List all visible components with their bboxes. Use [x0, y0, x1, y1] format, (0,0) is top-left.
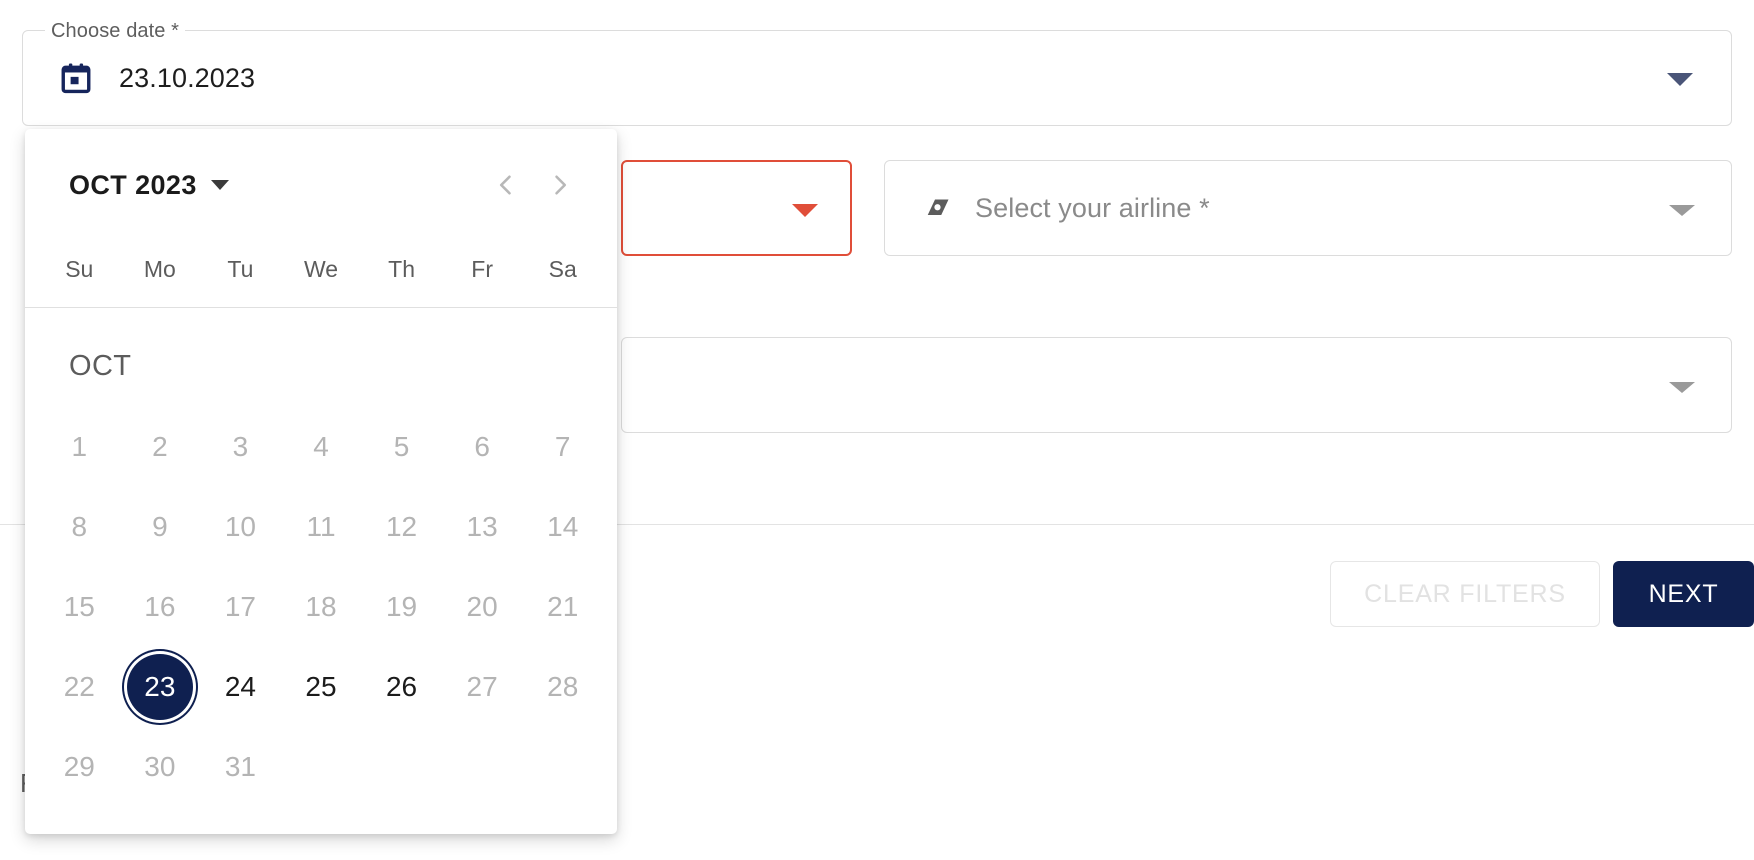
day-number: 4 — [313, 431, 329, 462]
day-number: 18 — [305, 591, 337, 622]
next-month-button[interactable] — [533, 158, 587, 212]
clear-filters-button[interactable]: CLEAR FILTERS — [1330, 561, 1600, 627]
day-cell-8: 8 — [39, 487, 120, 567]
day-number: 19 — [385, 591, 418, 622]
day-cell-12: 12 — [361, 487, 442, 567]
day-number: 31 — [224, 751, 256, 782]
day-cell-25[interactable]: 25 — [281, 647, 362, 727]
choose-date-label: Choose date * — [45, 20, 186, 43]
datepicker-popup: OCT 2023 Su Mo Tu We Th Fr Sa OCT 1 2 3 4 5 6 7 8 9 10 1… — [25, 129, 617, 834]
datepicker-header: OCT 2023 — [25, 129, 617, 241]
day-cell-5: 5 — [361, 407, 442, 487]
day-cell-4: 4 — [281, 407, 362, 487]
month-year-label: OCT 2023 — [69, 169, 197, 200]
day-cell-31: 31 — [200, 727, 281, 807]
day-number: 1 — [71, 431, 88, 462]
weekday-fr: Fr — [471, 255, 493, 282]
day-number: 6 — [474, 431, 490, 462]
days-grid: 1 2 3 4 5 6 7 8 9 10 11 12 13 14 15 16 17 18 19 20 21 22 23 24 2… — [25, 383, 617, 807]
choose-date-field[interactable]: Choose date * 23.10.2023 — [22, 20, 1732, 126]
day-cell-18: 18 — [281, 567, 362, 647]
day-number: 27 — [466, 671, 498, 702]
day-number: 12 — [385, 511, 418, 542]
day-number: 3 — [232, 431, 249, 462]
day-cell-7: 7 — [522, 407, 603, 487]
day-number: 30 — [144, 751, 176, 782]
next-button[interactable]: NEXT — [1613, 561, 1754, 627]
day-number: 7 — [554, 431, 571, 462]
day-cell-21: 21 — [522, 567, 603, 647]
flight-field[interactable] — [621, 337, 1732, 433]
day-cell-9: 9 — [120, 487, 201, 567]
chevron-down-icon — [210, 180, 229, 190]
day-number: 23 — [144, 671, 176, 702]
day-cell-2: 2 — [120, 407, 201, 487]
day-number: 16 — [144, 591, 176, 622]
day-cell-11: 11 — [281, 487, 362, 567]
day-number: 22 — [63, 671, 95, 702]
day-number: 2 — [152, 431, 168, 462]
day-number: 11 — [306, 511, 336, 542]
day-number: 14 — [547, 511, 579, 542]
day-cell-1: 1 — [39, 407, 120, 487]
day-cell-10: 10 — [200, 487, 281, 567]
route-field[interactable] — [621, 160, 852, 256]
day-cell-28: 28 — [522, 647, 603, 727]
day-cell-29: 29 — [39, 727, 120, 807]
day-cell-empty — [522, 727, 603, 807]
month-year-selector-button[interactable]: OCT 2023 — [69, 170, 229, 201]
day-cell-26[interactable]: 26 — [361, 647, 442, 727]
day-number: 10 — [224, 511, 256, 542]
weekday-sa: Sa — [548, 255, 577, 282]
weekday-tu: Tu — [227, 255, 254, 282]
day-cell-13: 13 — [442, 487, 523, 567]
weekday-su: Su — [65, 255, 94, 282]
day-number: 5 — [393, 431, 410, 462]
day-number: 28 — [547, 671, 579, 702]
day-number: 29 — [63, 751, 95, 782]
day-number: 25 — [305, 671, 337, 702]
day-cell-empty — [361, 727, 442, 807]
day-cell-14: 14 — [522, 487, 603, 567]
day-cell-empty — [442, 727, 523, 807]
chevron-down-icon[interactable] — [792, 204, 818, 217]
calendar-icon — [59, 61, 93, 95]
day-number: 24 — [224, 671, 256, 702]
day-cell-15: 15 — [39, 567, 120, 647]
day-cell-22: 22 — [39, 647, 120, 727]
day-cell-16: 16 — [120, 567, 201, 647]
day-cell-23[interactable]: 23 — [120, 647, 201, 727]
chevron-down-icon[interactable] — [1669, 205, 1695, 216]
weekday-we: We — [303, 255, 339, 282]
day-number: 21 — [547, 591, 579, 622]
day-number: 26 — [385, 671, 418, 702]
day-cell-3: 3 — [200, 407, 281, 487]
day-cell-27: 27 — [442, 647, 523, 727]
day-number: 17 — [224, 591, 256, 622]
day-cell-19: 19 — [361, 567, 442, 647]
filter-panel: Choose date * 23.10.2023 Select your air… — [0, 0, 1754, 860]
chevron-down-icon[interactable] — [1669, 382, 1695, 393]
airline-placeholder: Select your airline * — [975, 192, 1210, 223]
day-cell-17: 17 — [200, 567, 281, 647]
airline-tailfin-icon — [923, 193, 953, 223]
day-number: 15 — [63, 591, 95, 622]
day-cell-20: 20 — [442, 567, 523, 647]
day-number: 9 — [152, 511, 168, 542]
weekday-mo: Mo — [143, 255, 176, 282]
month-label: OCT — [69, 350, 132, 382]
day-cell-30: 30 — [120, 727, 201, 807]
day-cell-6: 6 — [442, 407, 523, 487]
day-number: 20 — [466, 591, 498, 622]
day-number: 8 — [71, 511, 88, 542]
day-cell-empty — [281, 727, 362, 807]
airline-field[interactable]: Select your airline * — [884, 160, 1732, 256]
chevron-down-icon[interactable] — [1667, 73, 1693, 86]
weekday-th: Th — [388, 255, 415, 282]
weekday-header-row: Su Mo Tu We Th Fr Sa — [25, 241, 617, 297]
previous-month-button[interactable] — [479, 158, 533, 212]
day-number: 13 — [466, 511, 498, 542]
choose-date-value: 23.10.2023 — [119, 62, 256, 93]
day-cell-24[interactable]: 24 — [200, 647, 281, 727]
